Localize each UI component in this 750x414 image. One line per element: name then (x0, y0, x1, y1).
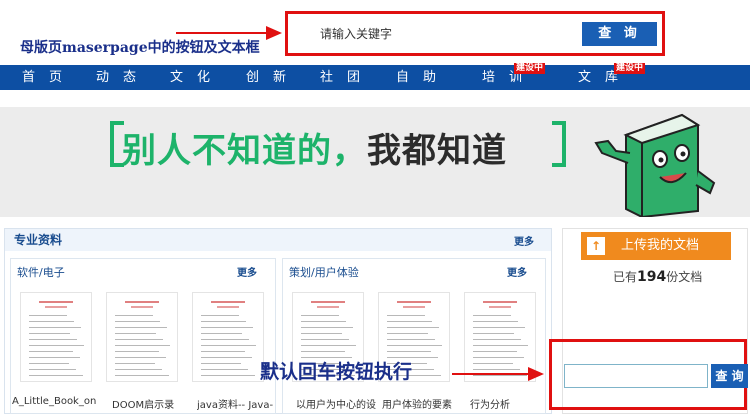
professional-more-link[interactable]: 更多 (514, 233, 534, 248)
document-count-value: 194 (637, 269, 667, 285)
nav-item-innovation[interactable]: 创新 (246, 65, 300, 90)
banner-slogan: 别人不知道的，我都知道 (122, 128, 554, 174)
training-badge: 建设中 (514, 63, 546, 74)
document-count-suffix: 份文档 (666, 270, 703, 284)
document-count-prefix: 已有 (613, 270, 638, 284)
doc-thumbnail[interactable] (464, 292, 536, 382)
doc-link[interactable]: DOOM启示录 (112, 396, 192, 411)
default-enter-input[interactable] (564, 364, 708, 388)
nav-item-self-service[interactable]: 自助 (396, 65, 450, 90)
upload-button-label: 上传我的文档 (621, 238, 700, 253)
search-button[interactable]: 查 询 (582, 22, 657, 46)
annotation-arrowhead-top (266, 26, 282, 40)
category-more-ux[interactable]: 更多 (507, 264, 527, 279)
annotation-arrowhead-bottom (528, 367, 544, 381)
doc-link[interactable]: java资料-- Java-- (197, 396, 273, 411)
nav-item-home[interactable]: 首页 (22, 65, 76, 90)
category-more-software[interactable]: 更多 (237, 264, 257, 279)
nav-item-news[interactable]: 动态 (96, 65, 150, 90)
annotation-arrow-bottom (452, 373, 530, 375)
library-badge: 建设中 (614, 63, 646, 74)
annotation-arrow-top (176, 32, 268, 34)
professional-panel-header (5, 229, 551, 251)
banner-slogan-rest: 我都知道 (367, 131, 507, 171)
banner-slogan-highlight: 别人不知道的， (122, 131, 367, 171)
doc-link[interactable]: 用户体验的要素 (382, 396, 462, 411)
upload-icon: ↑ (587, 237, 605, 255)
doc-thumbnail[interactable] (106, 292, 178, 382)
book-mascot-icon (594, 113, 716, 217)
professional-title: 专业资料 (14, 233, 63, 247)
doc-thumbnail[interactable] (20, 292, 92, 382)
annotation-top: 母版页maserpage中的按钮及文本框 (20, 40, 260, 56)
annotation-bottom: 默认回车按钮执行 (260, 361, 413, 383)
upload-document-button[interactable]: ↑ 上传我的文档 (581, 232, 731, 260)
default-enter-button[interactable]: 查 询 (711, 364, 748, 388)
doc-link[interactable]: A_Little_Book_on (12, 396, 100, 407)
category-title-ux: 策划/用户体验 (289, 266, 359, 279)
search-input[interactable]: 请输入关键字 (312, 22, 580, 46)
doc-thumbnail[interactable] (192, 292, 264, 382)
category-title-software: 软件/电子 (17, 266, 65, 279)
doc-link[interactable]: 行为分析 (470, 396, 540, 411)
doc-link[interactable]: 以用户为中心的设 (296, 396, 376, 411)
nav-item-clubs[interactable]: 社团 (320, 65, 374, 90)
main-nav: 首页 动态 文化 创新 社团 自助 培训 建设中 文库 建设中 (0, 63, 750, 90)
banner-bracket-right (552, 121, 566, 167)
nav-item-culture[interactable]: 文化 (170, 65, 224, 90)
document-count: 已有194份文档 (613, 268, 702, 285)
